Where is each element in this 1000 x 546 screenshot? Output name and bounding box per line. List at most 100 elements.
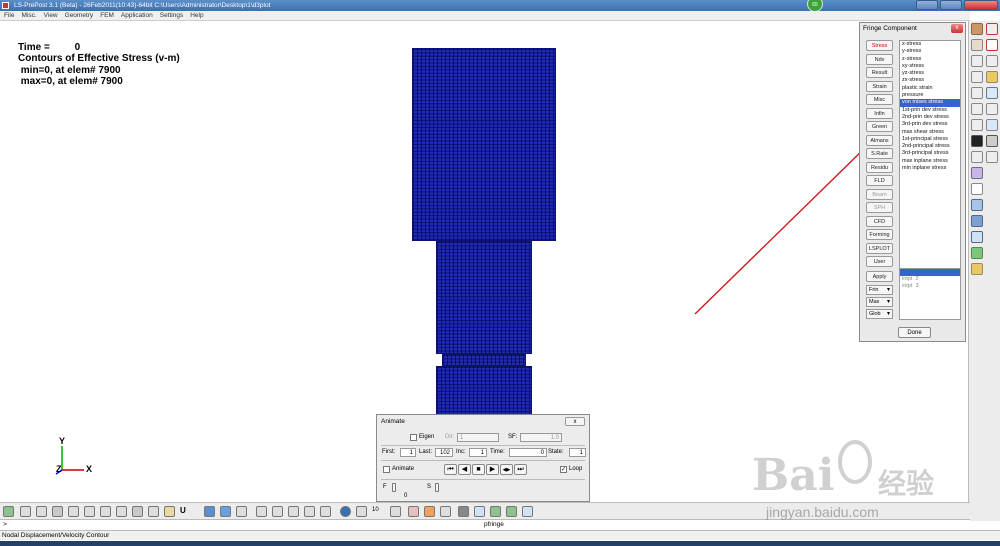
list-item[interactable]: x-stress — [900, 41, 960, 48]
fringe-fld-button[interactable]: FLD — [866, 175, 893, 186]
fringe-beam-button[interactable]: Beam — [866, 189, 893, 200]
state-field[interactable]: 1 — [569, 448, 586, 457]
zoom-setting-icon[interactable] — [356, 506, 367, 517]
fringe-srate-button[interactable]: S.Rate — [866, 148, 893, 159]
fringe-close-button[interactable]: x — [951, 24, 963, 33]
inc-field[interactable]: 1 — [469, 448, 487, 457]
yellow-tool-icon[interactable] — [971, 263, 983, 275]
ascii-icon[interactable] — [971, 87, 983, 99]
list-item[interactable]: 3rd-principal stress — [900, 150, 960, 157]
green-tool-icon[interactable] — [971, 247, 983, 259]
play-button[interactable]: ▶ — [486, 464, 499, 475]
zoom-icon[interactable] — [288, 506, 299, 517]
pingpong-button[interactable]: ◀▶ — [500, 464, 513, 475]
fringe-done-button[interactable]: Done — [898, 327, 931, 338]
mesh-lower-block[interactable] — [436, 366, 532, 416]
particle-icon[interactable] — [971, 167, 983, 179]
xy-plot-icon[interactable] — [971, 71, 983, 83]
stress-component-list[interactable]: x-stress y-stress z-stress xy-stress yz-… — [899, 40, 961, 286]
green-ball-icon[interactable] — [490, 506, 501, 517]
list-item[interactable]: intpt 3 — [900, 283, 960, 290]
network-icon[interactable] — [506, 506, 517, 517]
solid-icon[interactable] — [220, 506, 231, 517]
fringe-frin-select[interactable]: Frin — [866, 285, 893, 295]
menu-view[interactable]: View — [44, 11, 58, 20]
curve-icon[interactable] — [986, 39, 998, 51]
maximize-button[interactable] — [940, 0, 962, 10]
menu-help[interactable]: Help — [190, 11, 203, 20]
list-item[interactable]: xy-stress — [900, 63, 960, 70]
mesh-middle-block[interactable] — [436, 241, 532, 354]
list-item[interactable]: max inplane stress — [900, 158, 960, 165]
list-item[interactable]: 2nd-principal stress — [900, 143, 960, 150]
fringe-forming-button[interactable]: Forming — [866, 229, 893, 240]
list-item-selected[interactable]: von mises stress — [900, 99, 960, 107]
vector-icon[interactable] — [971, 151, 983, 163]
dir-select[interactable]: 1 — [457, 433, 499, 442]
last-frame-button[interactable]: ⏭ — [514, 464, 527, 475]
menu-misc[interactable]: Misc. — [21, 11, 36, 20]
list-item[interactable]: z-stress — [900, 56, 960, 63]
shaded-icon[interactable] — [148, 506, 159, 517]
first-frame-button[interactable]: ⏮ — [444, 464, 457, 475]
u-label[interactable]: U — [180, 506, 186, 515]
split-icon[interactable] — [971, 55, 983, 67]
fringe-stress-button[interactable]: Stress — [866, 40, 893, 51]
edge-icon[interactable] — [236, 506, 247, 517]
fringe-strain-button[interactable]: Strain — [866, 81, 893, 92]
menu-geometry[interactable]: Geometry — [65, 11, 94, 20]
section-icon[interactable] — [971, 119, 983, 131]
list-item[interactable]: zx-stress — [900, 77, 960, 84]
command-input[interactable]: pfringe — [484, 520, 504, 530]
fringe-cfd-button[interactable]: CFD — [866, 216, 893, 227]
pick-icon[interactable] — [390, 506, 401, 517]
render-icon[interactable] — [204, 506, 215, 517]
animate-close-button[interactable]: x — [565, 417, 585, 426]
list-item[interactable]: 1st-principal stress — [900, 136, 960, 143]
menu-fem[interactable]: FEM — [100, 11, 114, 20]
fringe-component-icon[interactable] — [986, 135, 998, 147]
rotate-view-icon[interactable] — [320, 506, 331, 517]
step-back-button[interactable]: ◀ — [458, 464, 471, 475]
cube-view-icon[interactable] — [971, 23, 983, 35]
surface-icon[interactable] — [971, 215, 983, 227]
checker-icon[interactable] — [458, 506, 469, 517]
list-item[interactable]: 3rd-prin dev stress — [900, 121, 960, 128]
time-field[interactable]: 0 — [509, 448, 547, 457]
list-item[interactable]: y-stress — [900, 48, 960, 55]
element-icon[interactable] — [971, 231, 983, 243]
list-item[interactable]: 2nd-prin dev stress — [900, 114, 960, 121]
list-item[interactable]: yz-stress — [900, 70, 960, 77]
fringe-sph-button[interactable]: SPH — [866, 202, 893, 213]
copy-icon[interactable] — [256, 506, 267, 517]
measure-icon[interactable] — [986, 55, 998, 67]
integration-point-list[interactable]: intpt 2 intpt 3 — [899, 268, 961, 320]
list-item[interactable]: max shear stress — [900, 129, 960, 136]
menu-application[interactable]: Application — [121, 11, 153, 20]
left-view-icon[interactable] — [68, 506, 79, 517]
fringe-green-button[interactable]: Green — [866, 121, 893, 132]
mesh-notch[interactable] — [442, 354, 526, 366]
fringe-result-button[interactable]: Result — [866, 67, 893, 78]
fringe-misc-button[interactable]: Misc — [866, 94, 893, 105]
fringe-apply-button[interactable]: Apply — [866, 271, 893, 282]
measure-tool-icon[interactable] — [408, 506, 419, 517]
model-icon[interactable] — [986, 23, 998, 35]
reset-view-icon[interactable] — [3, 506, 14, 517]
trace-icon[interactable] — [986, 103, 998, 115]
list-item-selected[interactable] — [900, 269, 960, 276]
history-icon[interactable] — [971, 103, 983, 115]
list-item[interactable]: 1st-prin dev stress — [900, 107, 960, 114]
list-item[interactable]: plastic strain — [900, 85, 960, 92]
stop-button[interactable]: ■ — [472, 464, 485, 475]
setting-icon[interactable] — [986, 119, 998, 131]
pan-icon[interactable] — [304, 506, 315, 517]
sphere-icon[interactable] — [340, 506, 351, 517]
light-icon[interactable] — [474, 506, 485, 517]
fit-icon[interactable] — [272, 506, 283, 517]
last-field[interactable]: 102 — [435, 448, 453, 457]
traffic-light-icon[interactable] — [971, 135, 983, 147]
fringe-almans-button[interactable]: Almans — [866, 135, 893, 146]
menu-settings[interactable]: Settings — [160, 11, 184, 20]
loop-checkbox[interactable]: ✓ — [560, 466, 567, 473]
